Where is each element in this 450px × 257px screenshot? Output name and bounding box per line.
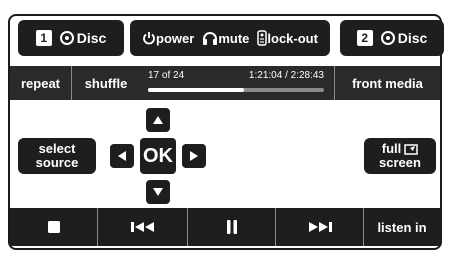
transport-bar: listen in [10, 208, 440, 246]
remote-lock-icon [257, 30, 268, 46]
previous-track-button[interactable] [98, 208, 188, 246]
source-1-disc-button[interactable]: 1 Disc [18, 20, 124, 56]
power-label: power [156, 30, 195, 46]
ok-button[interactable]: OK [140, 138, 176, 174]
disc-icon [380, 31, 395, 45]
up-arrow-icon [153, 116, 163, 124]
source-2-disc-button[interactable]: 2 Disc [340, 20, 444, 56]
full-screen-line-2: screen [379, 155, 421, 170]
up-arrow-button[interactable] [146, 108, 170, 132]
track-position: 17 of 24 [148, 70, 185, 81]
previous-track-icon [130, 222, 154, 232]
lockout-button[interactable]: lock-out [257, 30, 318, 46]
right-arrow-icon [190, 151, 198, 161]
source-2-label: Disc [397, 30, 428, 46]
source-1-label: Disc [76, 30, 107, 46]
select-source-line-1: select [38, 141, 76, 156]
front-media-button[interactable]: front media [334, 66, 440, 100]
full-screen-line-1: full [381, 141, 402, 156]
select-source-button[interactable]: select source [18, 138, 96, 174]
progress-bar[interactable] [148, 88, 324, 92]
lockout-label: lock-out [267, 30, 318, 46]
repeat-button[interactable]: repeat [10, 66, 72, 100]
source-1-number: 1 [35, 30, 52, 46]
disc-icon [59, 31, 74, 45]
controls-bar: power mute lock-out [130, 20, 330, 56]
left-arrow-button[interactable] [110, 144, 134, 168]
mute-label: mute [218, 30, 250, 46]
full-screen-icon [404, 143, 418, 155]
stop-button[interactable] [10, 208, 98, 246]
right-arrow-button[interactable] [182, 144, 206, 168]
toolbar-right: front media [334, 66, 440, 100]
listen-in-button[interactable]: listen in [364, 208, 440, 246]
down-arrow-button[interactable] [146, 180, 170, 204]
toolbar-left: repeat shuffle [10, 66, 140, 100]
power-icon [143, 32, 155, 45]
track-progress: 17 of 24 1:21:04 / 2:28:43 [140, 66, 334, 100]
power-button[interactable]: power [142, 31, 194, 46]
headphones-icon [203, 32, 218, 45]
progress-fill [148, 88, 244, 92]
next-track-icon [308, 222, 332, 232]
next-track-button[interactable] [276, 208, 364, 246]
mute-button[interactable]: mute [202, 31, 249, 46]
select-source-line-2: source [35, 155, 79, 170]
pause-button[interactable] [188, 208, 276, 246]
stop-icon [47, 221, 60, 233]
shuffle-button[interactable]: shuffle [72, 66, 140, 100]
track-time: 1:21:04 / 2:28:43 [248, 70, 324, 81]
full-screen-button[interactable]: full screen [364, 138, 436, 174]
left-arrow-icon [118, 151, 126, 161]
pause-icon [226, 220, 237, 234]
down-arrow-icon [153, 188, 163, 196]
source-2-number: 2 [356, 30, 373, 46]
